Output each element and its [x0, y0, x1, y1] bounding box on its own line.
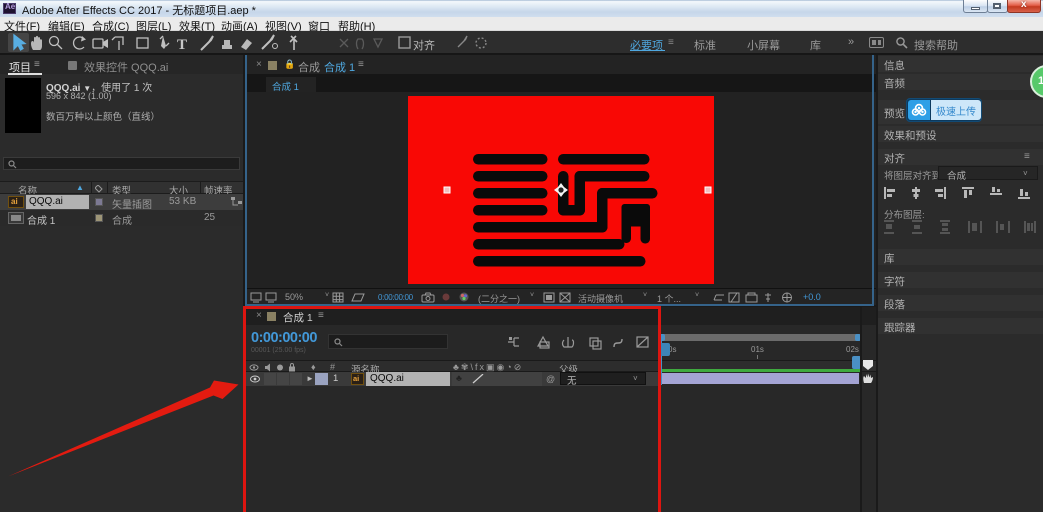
svg-text:T: T [177, 37, 187, 53]
